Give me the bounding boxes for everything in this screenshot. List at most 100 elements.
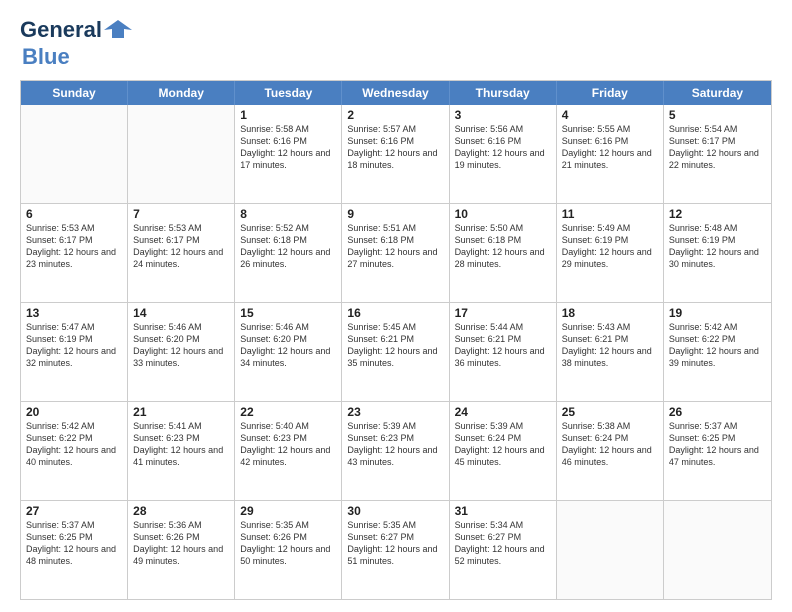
- page: General Blue SundayMondayTuesdayWednesda…: [0, 0, 792, 612]
- day-cell-27: 27Sunrise: 5:37 AM Sunset: 6:25 PM Dayli…: [21, 501, 128, 599]
- day-info: Sunrise: 5:43 AM Sunset: 6:21 PM Dayligh…: [562, 321, 658, 370]
- day-info: Sunrise: 5:48 AM Sunset: 6:19 PM Dayligh…: [669, 222, 766, 271]
- day-cell-12: 12Sunrise: 5:48 AM Sunset: 6:19 PM Dayli…: [664, 204, 771, 302]
- header-day-monday: Monday: [128, 81, 235, 105]
- day-cell-17: 17Sunrise: 5:44 AM Sunset: 6:21 PM Dayli…: [450, 303, 557, 401]
- logo: General Blue: [20, 16, 132, 70]
- day-cell-31: 31Sunrise: 5:34 AM Sunset: 6:27 PM Dayli…: [450, 501, 557, 599]
- day-info: Sunrise: 5:42 AM Sunset: 6:22 PM Dayligh…: [26, 420, 122, 469]
- day-number: 28: [133, 504, 229, 518]
- day-cell-23: 23Sunrise: 5:39 AM Sunset: 6:23 PM Dayli…: [342, 402, 449, 500]
- day-number: 16: [347, 306, 443, 320]
- day-number: 21: [133, 405, 229, 419]
- header-day-saturday: Saturday: [664, 81, 771, 105]
- day-number: 1: [240, 108, 336, 122]
- day-number: 11: [562, 207, 658, 221]
- week-row-3: 13Sunrise: 5:47 AM Sunset: 6:19 PM Dayli…: [21, 302, 771, 401]
- day-cell-18: 18Sunrise: 5:43 AM Sunset: 6:21 PM Dayli…: [557, 303, 664, 401]
- day-number: 13: [26, 306, 122, 320]
- day-info: Sunrise: 5:37 AM Sunset: 6:25 PM Dayligh…: [26, 519, 122, 568]
- day-number: 3: [455, 108, 551, 122]
- day-info: Sunrise: 5:44 AM Sunset: 6:21 PM Dayligh…: [455, 321, 551, 370]
- day-cell-13: 13Sunrise: 5:47 AM Sunset: 6:19 PM Dayli…: [21, 303, 128, 401]
- day-number: 24: [455, 405, 551, 419]
- day-number: 14: [133, 306, 229, 320]
- day-cell-9: 9Sunrise: 5:51 AM Sunset: 6:18 PM Daylig…: [342, 204, 449, 302]
- day-cell-11: 11Sunrise: 5:49 AM Sunset: 6:19 PM Dayli…: [557, 204, 664, 302]
- day-info: Sunrise: 5:46 AM Sunset: 6:20 PM Dayligh…: [240, 321, 336, 370]
- calendar-header: SundayMondayTuesdayWednesdayThursdayFrid…: [21, 81, 771, 105]
- day-cell-4: 4Sunrise: 5:55 AM Sunset: 6:16 PM Daylig…: [557, 105, 664, 203]
- day-cell-30: 30Sunrise: 5:35 AM Sunset: 6:27 PM Dayli…: [342, 501, 449, 599]
- day-number: 6: [26, 207, 122, 221]
- day-number: 26: [669, 405, 766, 419]
- day-info: Sunrise: 5:40 AM Sunset: 6:23 PM Dayligh…: [240, 420, 336, 469]
- day-number: 4: [562, 108, 658, 122]
- day-info: Sunrise: 5:56 AM Sunset: 6:16 PM Dayligh…: [455, 123, 551, 172]
- day-number: 2: [347, 108, 443, 122]
- day-number: 27: [26, 504, 122, 518]
- day-number: 7: [133, 207, 229, 221]
- week-row-1: 1Sunrise: 5:58 AM Sunset: 6:16 PM Daylig…: [21, 105, 771, 203]
- day-info: Sunrise: 5:47 AM Sunset: 6:19 PM Dayligh…: [26, 321, 122, 370]
- empty-cell: [664, 501, 771, 599]
- day-cell-7: 7Sunrise: 5:53 AM Sunset: 6:17 PM Daylig…: [128, 204, 235, 302]
- day-info: Sunrise: 5:49 AM Sunset: 6:19 PM Dayligh…: [562, 222, 658, 271]
- header-day-friday: Friday: [557, 81, 664, 105]
- header-day-sunday: Sunday: [21, 81, 128, 105]
- day-info: Sunrise: 5:50 AM Sunset: 6:18 PM Dayligh…: [455, 222, 551, 271]
- logo-text: General: [20, 16, 132, 44]
- day-cell-22: 22Sunrise: 5:40 AM Sunset: 6:23 PM Dayli…: [235, 402, 342, 500]
- day-number: 23: [347, 405, 443, 419]
- day-info: Sunrise: 5:34 AM Sunset: 6:27 PM Dayligh…: [455, 519, 551, 568]
- day-info: Sunrise: 5:36 AM Sunset: 6:26 PM Dayligh…: [133, 519, 229, 568]
- day-number: 31: [455, 504, 551, 518]
- day-cell-14: 14Sunrise: 5:46 AM Sunset: 6:20 PM Dayli…: [128, 303, 235, 401]
- day-info: Sunrise: 5:58 AM Sunset: 6:16 PM Dayligh…: [240, 123, 336, 172]
- day-number: 19: [669, 306, 766, 320]
- day-cell-2: 2Sunrise: 5:57 AM Sunset: 6:16 PM Daylig…: [342, 105, 449, 203]
- day-cell-16: 16Sunrise: 5:45 AM Sunset: 6:21 PM Dayli…: [342, 303, 449, 401]
- day-info: Sunrise: 5:39 AM Sunset: 6:24 PM Dayligh…: [455, 420, 551, 469]
- day-info: Sunrise: 5:38 AM Sunset: 6:24 PM Dayligh…: [562, 420, 658, 469]
- day-cell-8: 8Sunrise: 5:52 AM Sunset: 6:18 PM Daylig…: [235, 204, 342, 302]
- day-cell-24: 24Sunrise: 5:39 AM Sunset: 6:24 PM Dayli…: [450, 402, 557, 500]
- day-info: Sunrise: 5:53 AM Sunset: 6:17 PM Dayligh…: [26, 222, 122, 271]
- day-cell-15: 15Sunrise: 5:46 AM Sunset: 6:20 PM Dayli…: [235, 303, 342, 401]
- day-cell-21: 21Sunrise: 5:41 AM Sunset: 6:23 PM Dayli…: [128, 402, 235, 500]
- week-row-5: 27Sunrise: 5:37 AM Sunset: 6:25 PM Dayli…: [21, 500, 771, 599]
- day-info: Sunrise: 5:51 AM Sunset: 6:18 PM Dayligh…: [347, 222, 443, 271]
- day-cell-28: 28Sunrise: 5:36 AM Sunset: 6:26 PM Dayli…: [128, 501, 235, 599]
- day-cell-26: 26Sunrise: 5:37 AM Sunset: 6:25 PM Dayli…: [664, 402, 771, 500]
- day-number: 5: [669, 108, 766, 122]
- day-info: Sunrise: 5:53 AM Sunset: 6:17 PM Dayligh…: [133, 222, 229, 271]
- day-cell-29: 29Sunrise: 5:35 AM Sunset: 6:26 PM Dayli…: [235, 501, 342, 599]
- day-number: 29: [240, 504, 336, 518]
- header: General Blue: [20, 16, 772, 70]
- day-cell-1: 1Sunrise: 5:58 AM Sunset: 6:16 PM Daylig…: [235, 105, 342, 203]
- calendar-body: 1Sunrise: 5:58 AM Sunset: 6:16 PM Daylig…: [21, 105, 771, 599]
- day-info: Sunrise: 5:42 AM Sunset: 6:22 PM Dayligh…: [669, 321, 766, 370]
- day-info: Sunrise: 5:41 AM Sunset: 6:23 PM Dayligh…: [133, 420, 229, 469]
- day-info: Sunrise: 5:57 AM Sunset: 6:16 PM Dayligh…: [347, 123, 443, 172]
- day-number: 8: [240, 207, 336, 221]
- logo-bird-icon: [104, 16, 132, 44]
- day-info: Sunrise: 5:37 AM Sunset: 6:25 PM Dayligh…: [669, 420, 766, 469]
- calendar: SundayMondayTuesdayWednesdayThursdayFrid…: [20, 80, 772, 600]
- day-info: Sunrise: 5:45 AM Sunset: 6:21 PM Dayligh…: [347, 321, 443, 370]
- day-info: Sunrise: 5:35 AM Sunset: 6:26 PM Dayligh…: [240, 519, 336, 568]
- day-number: 12: [669, 207, 766, 221]
- day-cell-10: 10Sunrise: 5:50 AM Sunset: 6:18 PM Dayli…: [450, 204, 557, 302]
- day-number: 9: [347, 207, 443, 221]
- week-row-2: 6Sunrise: 5:53 AM Sunset: 6:17 PM Daylig…: [21, 203, 771, 302]
- empty-cell: [128, 105, 235, 203]
- empty-cell: [557, 501, 664, 599]
- header-day-thursday: Thursday: [450, 81, 557, 105]
- logo-blue: Blue: [22, 44, 70, 70]
- day-number: 22: [240, 405, 336, 419]
- day-info: Sunrise: 5:54 AM Sunset: 6:17 PM Dayligh…: [669, 123, 766, 172]
- header-day-wednesday: Wednesday: [342, 81, 449, 105]
- day-number: 30: [347, 504, 443, 518]
- day-number: 17: [455, 306, 551, 320]
- empty-cell: [21, 105, 128, 203]
